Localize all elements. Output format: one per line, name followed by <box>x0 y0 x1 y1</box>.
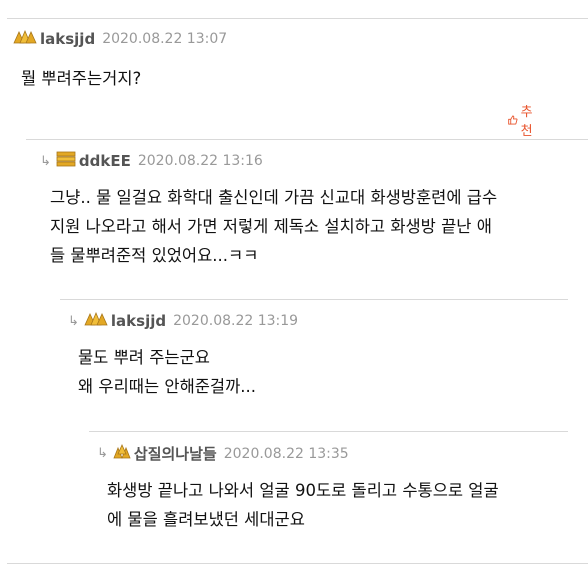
comment-date: 2020.08.22 13:35 <box>223 445 349 462</box>
gold-rank-icon <box>113 443 131 464</box>
comment-line: 왜 우리때는 안해준걸까... <box>78 377 257 396</box>
comment-body: 뭘 뿌려주는거지? <box>21 64 141 93</box>
gold-rank-icon <box>84 311 108 331</box>
comment-author[interactable]: laksjjd <box>111 312 166 330</box>
comment-line: 에 물을 흘려보냈던 세대군요 <box>107 510 305 529</box>
comment-line: 뭘 뿌려주는거지? <box>21 69 142 88</box>
comment-line: 화생방 끝나고 나와서 얼굴 90도로 돌리고 수통으로 얼굴 <box>107 481 499 500</box>
comment-date: 2020.08.22 13:16 <box>137 153 263 169</box>
gold-bars-icon <box>56 151 76 171</box>
comment-line: 물도 뿌려 주는군요 <box>78 348 210 367</box>
comment-author[interactable]: 삽질의나날들 <box>134 443 217 464</box>
comment-meta: laksjjd 2020.08.22 13:07 <box>13 29 227 49</box>
comment-meta: ↳ ddkEE 2020.08.22 13:16 <box>40 151 263 171</box>
divider-top <box>7 18 588 19</box>
comment-line: 그냥.. 물 일걸요 화학대 출신인데 가끔 신교대 화생방훈련에 급수 <box>50 188 498 207</box>
comment-line: 지원 나오라고 해서 가면 저렇게 제독소 설치하고 화생방 끝난 애 <box>50 217 492 236</box>
comment-date: 2020.08.22 13:07 <box>102 31 228 47</box>
recommend-button[interactable]: 추천 <box>508 101 537 139</box>
divider-reply-3 <box>89 431 568 432</box>
comment-date: 2020.08.22 13:19 <box>173 313 299 329</box>
comment-meta: ↳ laksjjd 2020.08.22 13:19 <box>68 311 298 331</box>
reply-arrow-icon: ↳ <box>40 153 51 169</box>
thumbs-up-icon <box>508 115 518 125</box>
gold-rank-icon <box>13 29 37 49</box>
comment-meta: ↳ 삽질의나날들 2020.08.22 13:35 <box>97 443 349 464</box>
divider-bottom <box>7 563 588 564</box>
comment-line: 들 물뿌려준적 있었어요...ㅋㅋ <box>50 246 259 265</box>
comment-author[interactable]: ddkEE <box>79 152 131 170</box>
comment-body: 화생방 끝나고 나와서 얼굴 90도로 돌리고 수통으로 얼굴 에 물을 흘려보… <box>107 476 499 534</box>
divider-reply-1 <box>26 139 588 140</box>
comment-body: 그냥.. 물 일걸요 화학대 출신인데 가끔 신교대 화생방훈련에 급수 지원 … <box>50 183 497 270</box>
comment-body: 물도 뿌려 주는군요 왜 우리때는 안해준걸까... <box>78 343 256 401</box>
reply-arrow-icon: ↳ <box>97 446 108 461</box>
reply-arrow-icon: ↳ <box>68 313 79 329</box>
comment-author[interactable]: laksjjd <box>40 30 95 48</box>
recommend-label: 추천 <box>520 105 533 139</box>
divider-reply-2 <box>60 299 568 300</box>
